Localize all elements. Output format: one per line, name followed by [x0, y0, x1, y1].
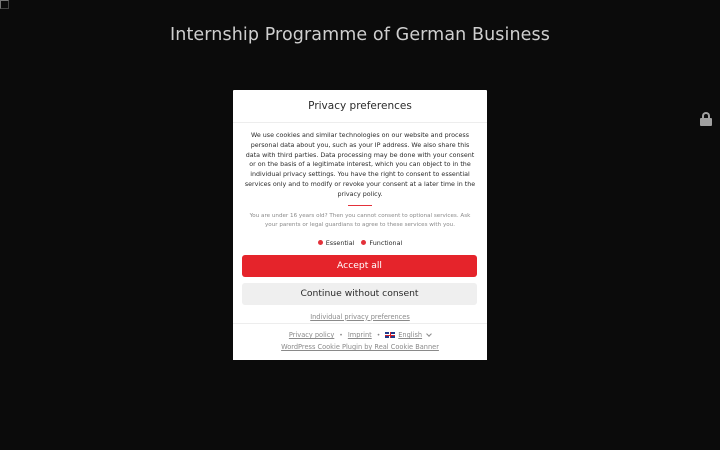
- dialog-footer: Privacy policy • Imprint • English WordP…: [233, 323, 487, 360]
- accept-all-button[interactable]: Accept all: [242, 254, 477, 277]
- plugin-credit-link[interactable]: WordPress Cookie Plugin by Real Cookie B…: [233, 343, 487, 351]
- footer-links: Privacy policy • Imprint • English: [233, 331, 487, 339]
- consent-groups: Essential Functional: [242, 239, 478, 247]
- language-label[interactable]: English: [398, 331, 422, 339]
- group-essential: Essential: [317, 238, 355, 247]
- chevron-down-icon: [426, 331, 432, 337]
- bullet-separator: •: [376, 331, 381, 339]
- broken-image-icon: [0, 0, 9, 9]
- group-functional-label: Functional: [369, 238, 403, 247]
- functional-dot-icon: [361, 240, 367, 246]
- lock-icon[interactable]: [699, 112, 713, 126]
- privacy-policy-link[interactable]: Privacy policy: [289, 331, 334, 339]
- dialog-body: We use cookies and similar technologies …: [233, 123, 487, 321]
- continue-without-consent-button[interactable]: Continue without consent: [242, 282, 477, 305]
- privacy-description: We use cookies and similar technologies …: [244, 132, 476, 198]
- dialog-header: Privacy preferences: [233, 90, 487, 123]
- individual-preferences-link[interactable]: Individual privacy preferences: [242, 313, 478, 321]
- group-essential-label: Essential: [325, 238, 355, 247]
- essential-dot-icon: [317, 240, 323, 246]
- age-notice: You are under 16 years old? Then you can…: [249, 212, 471, 228]
- group-functional: Functional: [361, 239, 402, 247]
- imprint-link[interactable]: Imprint: [348, 331, 372, 339]
- dialog-title: Privacy preferences: [308, 100, 412, 112]
- privacy-dialog: Privacy preferences We use cookies and s…: [233, 90, 487, 360]
- page-title: Internship Programme of German Business: [170, 25, 550, 45]
- uk-flag-icon: [385, 332, 396, 338]
- language-switcher[interactable]: English: [385, 331, 432, 339]
- divider: [348, 204, 372, 206]
- bullet-separator: •: [339, 331, 343, 339]
